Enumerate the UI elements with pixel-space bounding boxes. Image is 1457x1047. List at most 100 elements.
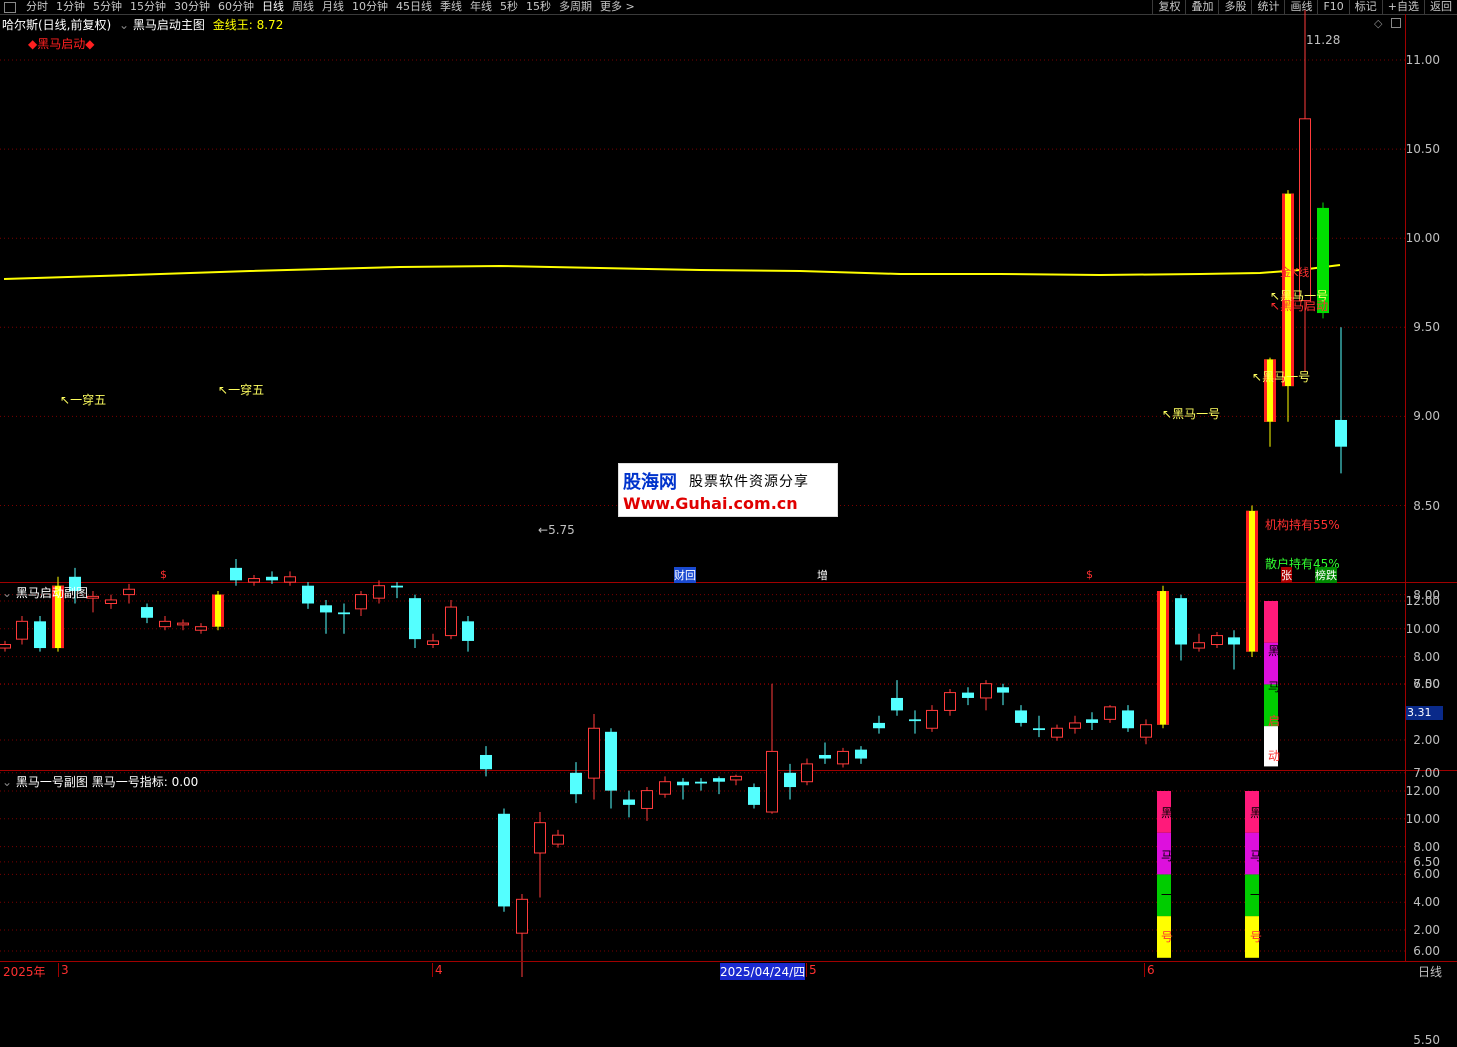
candle-body xyxy=(748,787,760,805)
candle-body xyxy=(1122,710,1134,729)
month-label-3: 3 xyxy=(58,963,69,977)
candle-body xyxy=(819,754,831,759)
candle-body xyxy=(730,775,742,781)
candle-body xyxy=(837,750,849,765)
candle-body xyxy=(534,822,546,854)
candle-body xyxy=(1228,637,1240,645)
axis-tick-label: 12.00 xyxy=(1405,594,1440,608)
candle-body xyxy=(997,687,1009,693)
candle-body xyxy=(498,813,510,907)
low-price-label: ←5.75 xyxy=(538,523,575,537)
candle-edge xyxy=(1246,510,1249,652)
candle-body xyxy=(105,599,117,605)
axis-tick-label: 6.00 xyxy=(1413,944,1440,958)
axis-tick-label: 8.00 xyxy=(1413,649,1440,664)
candle-body xyxy=(1193,642,1205,649)
chevron-down-icon[interactable]: ⌄ xyxy=(2,586,12,600)
watermark-logo: 股海网 xyxy=(623,472,677,493)
axis-tick-label: 2.00 xyxy=(1413,733,1440,747)
axis-tick-label: 9.50 xyxy=(1413,320,1440,335)
candle-body xyxy=(284,576,296,583)
candle-body xyxy=(141,607,153,618)
candle-edge xyxy=(1166,591,1169,725)
candle-body xyxy=(1086,719,1098,723)
candle-body xyxy=(623,799,635,805)
candle-body xyxy=(855,749,867,759)
annotation-heima-qidong: ↖黑马启动 xyxy=(1270,299,1329,313)
bar-character: 启 xyxy=(1268,714,1281,728)
bar-character: 黑 xyxy=(1161,806,1174,820)
axis-tick-label: 8.50 xyxy=(1413,498,1440,513)
candle-body xyxy=(605,731,617,791)
candle-body xyxy=(641,790,653,809)
candle-body xyxy=(944,692,956,711)
axis-tick-label: 6.00 xyxy=(1413,867,1440,882)
bar-character: 马 xyxy=(1268,680,1281,694)
candle-body xyxy=(195,626,207,631)
candle-body xyxy=(462,621,474,641)
chevron-down-icon[interactable]: ⌄ xyxy=(2,775,12,789)
candle-body xyxy=(1175,598,1187,645)
candle-body xyxy=(338,612,350,615)
annotation-gold-k: 金K线 xyxy=(1280,266,1310,279)
event-marker-dollar-2[interactable]: $ xyxy=(1086,568,1093,581)
candle-body xyxy=(873,722,885,729)
axis-tick-label: 12.00 xyxy=(1405,784,1440,798)
event-marker-finance[interactable]: 财回 xyxy=(674,567,696,583)
candle-body xyxy=(516,898,528,934)
annotation-yichuanwu-2: ↖一穿五 xyxy=(218,383,265,397)
candle-body xyxy=(34,621,46,649)
candle-body xyxy=(677,781,689,786)
candle-body xyxy=(570,772,582,795)
bar-character: 号 xyxy=(1250,930,1263,944)
subpanel1-title[interactable]: 黑马启动副图 xyxy=(16,586,88,600)
candle-body xyxy=(1069,722,1081,729)
month-label-4: 4 xyxy=(432,963,443,977)
panel-divider xyxy=(0,582,1457,583)
cursor-date: 2025/04/24/四 xyxy=(720,963,806,980)
annotation-yichuanwu-1: ↖一穿五 xyxy=(60,393,107,407)
bar-character: 一 xyxy=(1161,888,1174,902)
candle-edge xyxy=(1157,591,1160,725)
candle-body xyxy=(801,763,813,783)
bar-character: 马 xyxy=(1250,849,1263,863)
watermark-slogan: 股票软件资源分享 xyxy=(689,474,809,490)
candle-body xyxy=(1211,635,1223,645)
institution-holding: 机构持有55% xyxy=(1265,518,1340,532)
event-marker-dollar[interactable]: $ xyxy=(160,568,167,581)
candle-body xyxy=(659,781,671,795)
year-label: 2025年 xyxy=(3,965,46,979)
bar-character: 黑 xyxy=(1268,644,1281,658)
candle-body xyxy=(320,605,332,613)
bar-character: 号 xyxy=(1161,930,1174,944)
candle-body xyxy=(1140,724,1152,738)
candle-body xyxy=(695,781,707,784)
bar-character: 黑 xyxy=(1250,806,1263,820)
axis-tick-label: 11.00 xyxy=(1405,53,1440,67)
subpanel1-title-line: ⌄ 黑马启动副图 xyxy=(2,584,88,601)
axis-tick-label: 10.00 xyxy=(1405,811,1440,826)
annotation-heima-2: ↖黑马一号 xyxy=(1252,370,1311,384)
candle-body xyxy=(373,585,385,599)
candle-body xyxy=(891,697,903,711)
candle-body xyxy=(445,606,457,637)
candle-body xyxy=(16,620,28,640)
candle-body xyxy=(962,692,974,698)
candle-body xyxy=(123,588,135,596)
candle-body xyxy=(552,834,564,845)
candle-body xyxy=(766,750,778,813)
event-marker-list[interactable]: 榜跌 xyxy=(1315,567,1337,583)
event-marker-zhang[interactable]: 张 xyxy=(1281,567,1292,583)
candle-body xyxy=(1051,727,1063,738)
candle-edge xyxy=(221,594,224,627)
candle-body xyxy=(0,643,11,649)
period-label[interactable]: 日线 xyxy=(1418,963,1442,980)
axis-tick-label: 4.00 xyxy=(1413,895,1440,910)
event-marker-increase[interactable]: 增 xyxy=(817,567,828,583)
axis-tick-label: 10.00 xyxy=(1405,231,1440,246)
axis-tick-label: 7.00 xyxy=(1413,765,1440,780)
annotation-heima-1: ↖黑马一号 xyxy=(1162,407,1221,421)
subpanel2-title[interactable]: 黑马一号副图 xyxy=(16,775,88,789)
candle-body xyxy=(177,622,189,626)
axis-tick-label: 10.00 xyxy=(1405,621,1440,636)
